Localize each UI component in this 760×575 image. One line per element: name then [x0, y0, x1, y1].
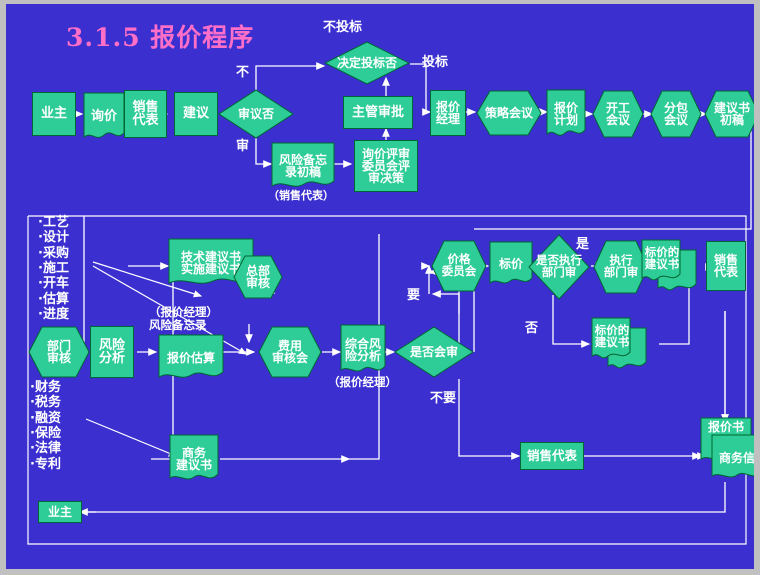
node-priced-proposal-mid[interactable]: 标价的 建议书: [590, 316, 648, 372]
node-quote-plan[interactable]: 报价 计划: [546, 89, 586, 139]
node-owner[interactable]: 业主: [32, 92, 76, 136]
node-priced-proposal-top[interactable]: 标价的 建议书: [640, 238, 698, 294]
list-disciplines-bottom: ·财务 ·税务 ·融资 ·保险 ·法律 ·专利: [30, 380, 61, 472]
node-suggestion[interactable]: 建议: [174, 92, 218, 136]
node-price-committee[interactable]: 价格 委员会: [431, 240, 487, 292]
node-owner-bottom[interactable]: 业主: [38, 501, 82, 523]
node-business-proposal[interactable]: 商务 建议书: [169, 434, 219, 484]
node-risk-memo-draft[interactable]: 风险备忘 录初稿: [271, 142, 335, 190]
node-decide-bid[interactable]: 决定投标否: [324, 41, 410, 85]
node-sales-rep-right[interactable]: 销售 代表: [706, 241, 746, 291]
node-quote-estimate[interactable]: 报价估算: [158, 334, 224, 382]
list-disciplines-top: ·工艺 ·设计 ·采购 ·施工 ·开车 ·估算 ·进度: [38, 215, 69, 322]
page-title: 3.1.5 报价程序: [66, 23, 255, 52]
node-business-letter[interactable]: 商务信: [711, 434, 754, 482]
node-joint-review-decision[interactable]: 是否会审: [394, 326, 474, 378]
node-quote-manager[interactable]: 报价 经理: [430, 90, 466, 136]
node-comprehensive-risk[interactable]: 综合风 险分析: [340, 324, 386, 376]
node-inquiry[interactable]: 询价: [83, 92, 125, 142]
node-bid-price[interactable]: 标价: [489, 241, 533, 287]
node-sales-rep-bottom[interactable]: 销售代表: [520, 442, 584, 470]
caption-comprehensive-risk: （报价经理）: [328, 375, 397, 389]
node-proposal-draft[interactable]: 建议书 初稿: [704, 90, 754, 138]
label-review: 审: [236, 139, 250, 154]
caption-risk-memo: （销售代表）: [268, 189, 334, 202]
label-no: 否: [525, 321, 539, 336]
node-subcontract-meeting[interactable]: 分包 会议: [650, 90, 702, 138]
node-review-decision[interactable]: 审议否: [218, 89, 294, 139]
label-yes: 是: [576, 237, 590, 252]
node-risk-analysis[interactable]: 风险 分析: [90, 326, 134, 378]
label-no-bid: 不投标: [323, 20, 363, 35]
node-inquiry-committee[interactable]: 询价评审 委员会评 审决策: [354, 140, 418, 192]
label-need-review: 要: [407, 288, 421, 303]
node-supervisor-approval[interactable]: 主管审批: [343, 96, 413, 129]
node-strategy-meeting[interactable]: 策略会议: [476, 90, 542, 136]
caption-quote-manager-memo: （报价经理） 风险备忘录: [149, 305, 218, 332]
node-kickoff-meeting[interactable]: 开工 会议: [592, 90, 644, 138]
node-sales-rep[interactable]: 销售 代表: [124, 90, 167, 138]
node-hq-review[interactable]: 总部 审核: [233, 255, 283, 299]
label-no-need-review: 不要: [430, 391, 457, 406]
label-bid: 投标: [422, 55, 449, 70]
slide-canvas: 3.1.5 报价程序 业主 询价 销售 代表 建议 审议否 不 审 风险备忘 录…: [0, 0, 760, 575]
label-no-review: 不: [236, 65, 250, 80]
node-cost-review-meeting[interactable]: 费用 审核会: [258, 326, 322, 378]
node-dept-review[interactable]: 部门 审核: [28, 326, 90, 378]
